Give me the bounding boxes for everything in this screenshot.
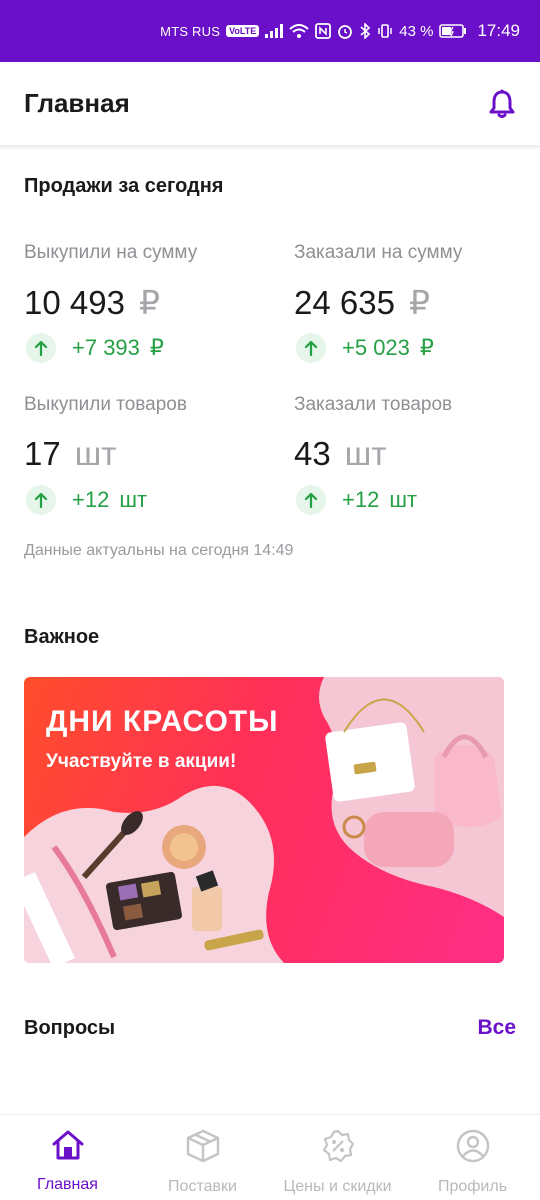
metric-value: 24 635 ₽ xyxy=(294,283,430,322)
important-section-title: Важное xyxy=(24,626,100,648)
delta-value: +12 xyxy=(342,487,380,512)
metric-unit: ₽ xyxy=(408,284,430,321)
metric-label: Выкупили товаров xyxy=(24,394,187,415)
volte-badge: VoLTE xyxy=(226,25,260,37)
metric-label: Заказали на сумму xyxy=(294,242,463,263)
promo-banner[interactable]: ДНИ КРАСОТЫ Участвуйте в акции! xyxy=(24,677,504,963)
delta-value: +5 023 xyxy=(342,335,410,360)
vibrate-icon xyxy=(377,23,393,39)
nav-item-home[interactable]: Главная xyxy=(0,1115,135,1194)
metric-label: Выкупили на сумму xyxy=(24,242,198,263)
metric-number: 24 635 xyxy=(294,284,395,321)
delta-unit: ₽ xyxy=(149,335,164,360)
nav-item-profile[interactable]: Профиль xyxy=(405,1115,540,1196)
metric-unit: шт xyxy=(74,435,117,472)
metric-delta: +12 шт xyxy=(26,485,147,515)
nfc-icon xyxy=(315,23,332,39)
arrow-up-icon xyxy=(296,485,326,515)
status-bar: MTS RUS VoLTE 43 % 17:49 xyxy=(0,0,540,62)
metric-value: 10 493 ₽ xyxy=(24,283,160,322)
metric-unit: ₽ xyxy=(138,284,160,321)
bluetooth-icon xyxy=(359,23,371,39)
battery-icon xyxy=(439,24,467,38)
nav-item-prices[interactable]: Цены и скидки xyxy=(270,1115,405,1196)
metric-delta: +12 шт xyxy=(296,485,417,515)
carrier-name: MTS RUS xyxy=(160,23,221,39)
page-title: Главная xyxy=(24,88,130,118)
nav-label: Главная xyxy=(37,1176,98,1193)
sales-section-title: Продажи за сегодня xyxy=(24,175,224,197)
box-icon xyxy=(185,1129,221,1168)
metric-label: Заказали товаров xyxy=(294,394,453,415)
delta-value: +7 393 xyxy=(72,335,140,360)
nav-label: Поставки xyxy=(168,1178,237,1195)
discount-icon xyxy=(321,1129,355,1168)
app-bar: Главная xyxy=(0,62,540,146)
metric-number: 43 xyxy=(294,435,331,472)
arrow-up-icon xyxy=(26,485,56,515)
metric-value: 17 шт xyxy=(24,435,116,473)
metric-delta: +7 393 ₽ xyxy=(26,333,164,363)
alarm-icon xyxy=(337,23,353,39)
profile-icon xyxy=(456,1129,490,1168)
banner-title: ДНИ КРАСОТЫ xyxy=(46,705,279,738)
delta-value: +12 xyxy=(72,487,110,512)
nav-label: Профиль xyxy=(437,1178,508,1195)
clock: 17:49 xyxy=(477,21,520,40)
bell-icon[interactable] xyxy=(488,89,516,119)
battery-percent: 43 % xyxy=(399,22,434,40)
metric-unit: шт xyxy=(344,435,387,472)
nav-label: Цены и скидки xyxy=(283,1178,392,1195)
banner-subtitle: Участвуйте в акции! xyxy=(46,751,237,772)
delta-unit: шт xyxy=(389,487,418,512)
data-updated-note: Данные актуальны на сегодня 14:49 xyxy=(24,542,294,559)
delta-unit: ₽ xyxy=(419,335,434,360)
delta-unit: шт xyxy=(119,487,148,512)
bottom-navigation: Главная Поставки Цены и скидки Профиль xyxy=(0,1114,540,1200)
metric-number: 10 493 xyxy=(24,284,125,321)
wifi-icon xyxy=(289,24,309,38)
questions-all-link[interactable]: Все xyxy=(477,1016,516,1040)
metric-delta: +5 023 ₽ xyxy=(296,333,434,363)
metric-number: 17 xyxy=(24,435,61,472)
questions-section-title: Вопросы xyxy=(24,1017,116,1039)
arrow-up-icon xyxy=(296,333,326,363)
arrow-up-icon xyxy=(26,333,56,363)
home-icon xyxy=(51,1129,85,1166)
metric-value: 43 шт xyxy=(294,435,386,473)
signal-icon xyxy=(265,24,284,38)
nav-item-supplies[interactable]: Поставки xyxy=(135,1115,270,1196)
